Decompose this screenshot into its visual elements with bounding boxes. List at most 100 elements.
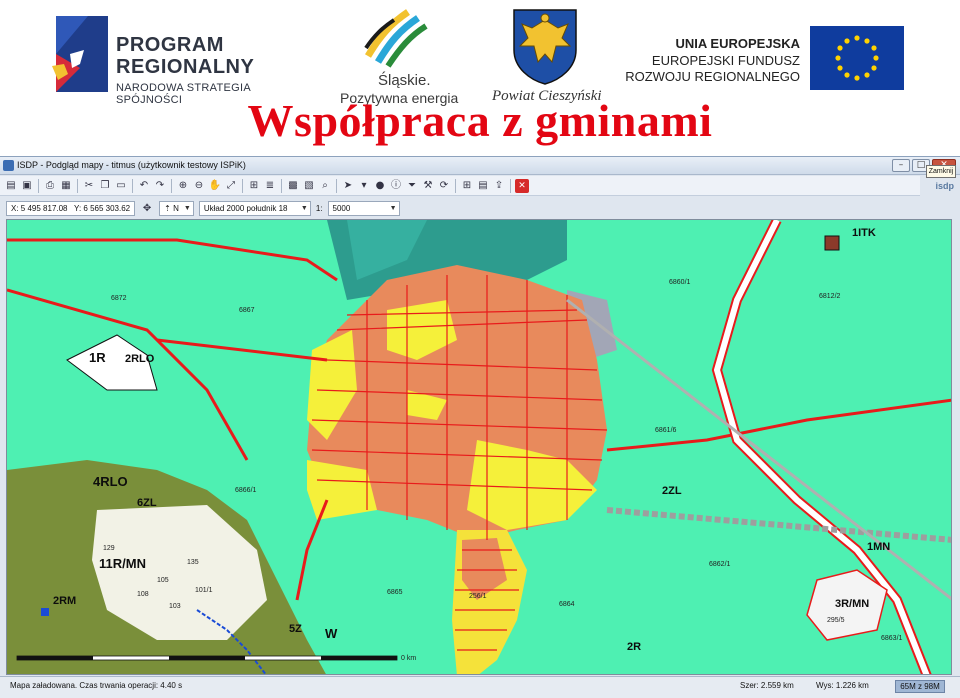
toolbar-separator <box>336 178 337 193</box>
toolbar-separator <box>171 178 172 193</box>
pan-hand-icon[interactable]: ✋ <box>208 179 222 193</box>
measure-icon[interactable]: ⊞ <box>247 179 261 193</box>
search-icon[interactable]: ⌕ <box>318 179 332 193</box>
label-1r: 1R <box>89 350 106 365</box>
print-preview-icon[interactable]: ▦ <box>59 179 73 193</box>
zoom-out-icon[interactable]: ⊖ <box>192 179 206 193</box>
label-6zl: 6ZL <box>137 497 157 509</box>
slaskie-wave-icon <box>364 9 428 68</box>
parcel-number: 6812/2 <box>819 293 841 300</box>
isdp-window: ISDP - Podgląd mapy - titmus (użytkownik… <box>0 156 960 698</box>
parcel-number: 6862/1 <box>709 561 731 568</box>
label-1itk: 1ITK <box>852 227 876 239</box>
point-icon[interactable]: ● <box>373 179 387 193</box>
north-select[interactable]: ⇡ N <box>159 201 194 216</box>
info-icon[interactable]: ⓘ <box>389 179 403 193</box>
copy-icon[interactable]: ❐ <box>98 179 112 193</box>
map-view[interactable]: 0 km 1R 2RLO 1ITK 2ZL 1MN 3R/MN 11R/MN 4… <box>6 219 952 675</box>
y-value: 6 565 303.62 <box>83 204 131 213</box>
parcel-number: 295/5 <box>827 617 845 624</box>
filter-icon[interactable]: ⏷ <box>405 179 419 193</box>
slaskie-line1: Śląskie. <box>378 72 431 89</box>
export-icon[interactable]: ⇪ <box>492 179 506 193</box>
paste-icon[interactable]: ▭ <box>114 179 128 193</box>
main-toolbar: ▤ ▣ ⎙ ▦ ✂ ❐ ▭ ↶ ↷ ⊕ ⊖ ✋ ⤢ ⊞ ≣ ▩ ▧ ⌕ ➤ ▾ … <box>0 176 920 196</box>
map-icon[interactable]: ▩ <box>286 179 300 193</box>
map-info-icon[interactable]: ▧ <box>302 179 316 193</box>
map-width: Szer: 2.559 km <box>740 681 794 690</box>
status-bar: Mapa załadowana. Czas trwania operacji: … <box>0 676 960 698</box>
save-icon[interactable]: ▣ <box>20 179 34 193</box>
label-2rlo: 2RLO <box>125 353 155 365</box>
isdp-brand: isdp <box>935 181 954 191</box>
close-tooltip: Zamknij <box>926 165 956 178</box>
label-1mn: 1MN <box>867 541 890 553</box>
zoom-in-icon[interactable]: ⊕ <box>176 179 190 193</box>
label-2zl: 2ZL <box>662 485 682 497</box>
print-icon[interactable]: ⎙ <box>43 179 57 193</box>
parcel-number: 108 <box>137 591 149 598</box>
select-arrow-icon[interactable]: ➤ <box>341 179 355 193</box>
toolbar-separator <box>132 178 133 193</box>
crs-value: Układ 2000 południk 18 <box>203 204 288 213</box>
cut-icon[interactable]: ✂ <box>82 179 96 193</box>
scale-label: 1: <box>315 204 323 213</box>
title-bar: ISDP - Podgląd mapy - titmus (użytkownik… <box>0 157 960 175</box>
redo-icon[interactable]: ↷ <box>153 179 167 193</box>
parcel-number: 135 <box>187 559 199 566</box>
program-regionalny-flag-icon <box>52 16 108 92</box>
tools-icon[interactable]: ⚒ <box>421 179 435 193</box>
coat-of-arms-icon <box>513 9 577 85</box>
undo-icon[interactable]: ↶ <box>137 179 151 193</box>
parcel-number: 129 <box>103 545 115 552</box>
ue-line1: UNIA EUROPEJSKA <box>675 36 800 51</box>
label-3r-mn: 3R/MN <box>835 598 869 610</box>
refresh-icon[interactable]: ⟳ <box>437 179 451 193</box>
table-icon[interactable]: ▤ <box>476 179 490 193</box>
zoom-extent-icon[interactable]: ⤢ <box>224 179 238 193</box>
parcel-number: 256/1 <box>469 593 487 600</box>
eu-flag-icon <box>810 26 904 90</box>
minimize-button[interactable]: – <box>892 159 910 172</box>
toolbar-separator <box>510 178 511 193</box>
logo-banner: PROGRAM REGIONALNY NARODOWA STRATEGIA SP… <box>0 0 960 150</box>
parcel-number: 6867 <box>239 307 255 314</box>
memory-indicator: 65M z 98M <box>895 680 945 693</box>
parcel-number: 103 <box>169 603 181 610</box>
label-11r-mn: 11R/MN <box>99 556 146 571</box>
x-label: X: <box>11 204 19 213</box>
scale-value: 5000 <box>332 204 351 213</box>
crosshair-icon[interactable]: ✥ <box>140 202 154 216</box>
status-message: Mapa załadowana. Czas trwania operacji: … <box>10 681 183 690</box>
close-map-icon[interactable]: ✕ <box>515 178 529 193</box>
map-canvas[interactable]: 0 km 1R 2RLO 1ITK 2ZL 1MN 3R/MN 11R/MN 4… <box>7 220 952 675</box>
coordinate-readout: X: 5 495 817.08 Y: 6 565 303.62 <box>6 201 136 216</box>
parcel-number: 6866/1 <box>235 487 257 494</box>
map-height: Wys: 1.226 km <box>816 681 869 690</box>
crs-select[interactable]: Układ 2000 południk 18 <box>198 201 311 216</box>
slaskie-logo: Śląskie. Pozytywna energia <box>340 6 460 106</box>
toolbar-separator <box>281 178 282 193</box>
grid-icon[interactable]: ⊞ <box>460 179 474 193</box>
ue-line2: EUROPEJSKI FUNDUSZ <box>651 53 800 68</box>
eu-logo: UNIA EUROPEJSKA EUROPEJSKI FUNDUSZ ROZWO… <box>625 26 910 96</box>
toolbar-separator <box>77 178 78 193</box>
label-4rlo: 4RLO <box>93 474 128 489</box>
app-icon <box>3 160 14 171</box>
powiat-cieszynski-logo: Powiat Cieszyński <box>492 6 612 106</box>
layers-icon[interactable]: ≣ <box>263 179 277 193</box>
water-point <box>41 608 49 616</box>
x-value: 5 495 817.08 <box>20 204 68 213</box>
north-arrow-icon: ⇡ <box>164 204 171 213</box>
label-2r: 2R <box>627 641 641 653</box>
parcel-number: 6860/1 <box>669 279 691 286</box>
open-icon[interactable]: ▤ <box>4 179 18 193</box>
select-dropdown-icon[interactable]: ▾ <box>357 179 371 193</box>
scale-select[interactable]: 5000 <box>327 201 400 216</box>
toolbar-separator <box>242 178 243 193</box>
label-w: W <box>325 626 338 641</box>
parcel-number: 6865 <box>387 589 403 596</box>
toolbar-separator <box>38 178 39 193</box>
parcel-number: 6864 <box>559 601 575 608</box>
coordinate-bar: X: 5 495 817.08 Y: 6 565 303.62 ✥ ⇡ N Uk… <box>6 200 920 217</box>
